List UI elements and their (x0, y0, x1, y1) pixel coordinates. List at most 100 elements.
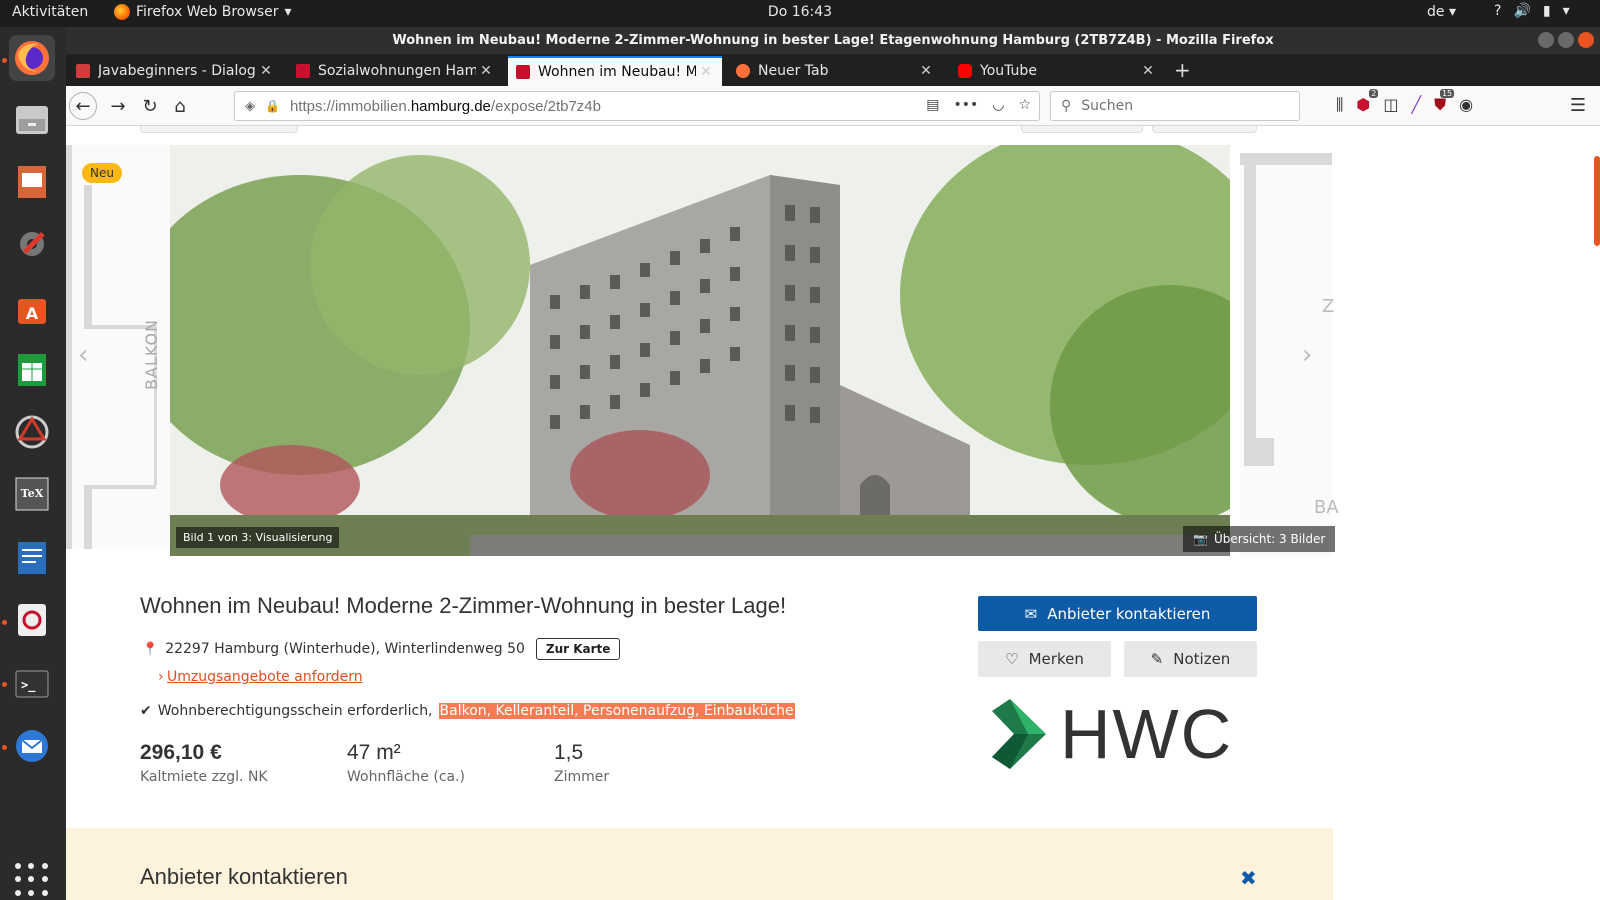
building-visualization-image (170, 145, 1230, 556)
dock-terminal[interactable]: >_ (9, 661, 55, 707)
provider-logo[interactable]: HWC (992, 694, 1233, 774)
hamburger-menu-icon[interactable]: ☰ (1570, 95, 1586, 116)
close-tab-icon[interactable]: ✕ (1138, 63, 1158, 79)
page-scrollbar[interactable] (1594, 156, 1600, 246)
window-title: Wohnen im Neubau! Moderne 2-Zimmer-Wohnu… (392, 33, 1274, 48)
adblock-badge: 2 (1369, 89, 1379, 98)
rooms-value: 1,5 (554, 741, 584, 764)
floorplan-wall (66, 145, 72, 549)
dock-firefox[interactable] (9, 35, 55, 81)
clock[interactable]: Do 16:43 (0, 4, 1600, 20)
show-map-button[interactable]: Zur Karte (535, 638, 621, 660)
floorplan-label: BA (1314, 497, 1339, 518)
bookmark-star-icon[interactable]: ☆ (1018, 97, 1031, 113)
camera-icon: 📷 (1193, 532, 1208, 546)
tab-label: Neuer Tab (758, 63, 829, 79)
maximize-button[interactable] (1558, 32, 1574, 48)
running-indicator (2, 58, 7, 63)
url-text[interactable]: https://immobilien.hamburg.de/expose/2tb… (290, 98, 601, 115)
dock-reader[interactable] (9, 597, 55, 643)
dock-calc[interactable] (9, 347, 55, 393)
lock-icon[interactable]: 🔒 (265, 99, 280, 113)
dock-settings[interactable] (9, 221, 55, 267)
tab-javabeginners[interactable]: Javabeginners - Dialoge ✕ (68, 56, 282, 86)
rent-label: Kaltmiete zzgl. NK (140, 769, 268, 785)
new-badge: Neu (82, 163, 122, 183)
account-icon[interactable]: ◉ (1459, 95, 1473, 115)
library-icon[interactable]: ⫼ (1336, 95, 1343, 115)
home-button[interactable]: ⌂ (166, 92, 194, 120)
reader-view-icon[interactable]: ▤ (926, 97, 939, 113)
system-tray[interactable]: ? 🔊 ▮ ▾ (1494, 3, 1570, 19)
forward-button[interactable]: → (104, 92, 132, 120)
close-tab-icon[interactable]: ✕ (696, 64, 716, 80)
contact-provider-button[interactable]: ✉ Anbieter kontaktieren (978, 596, 1257, 631)
provider-logo-text: HWC (1060, 695, 1234, 773)
close-tab-icon[interactable]: ✕ (476, 63, 496, 79)
minimize-button[interactable] (1538, 32, 1554, 48)
gallery-next-image[interactable]: Z BA (1240, 153, 1339, 556)
window-controls (1538, 32, 1594, 48)
reload-button[interactable]: ↻ (136, 92, 164, 120)
close-icon[interactable]: ✖ (1240, 866, 1257, 890)
hamburg-favicon-icon (296, 64, 310, 78)
moving-offers-link[interactable]: Umzugsangebote anfordern (167, 669, 363, 685)
rent-value: 296,10 € (140, 741, 222, 764)
tab-youtube[interactable]: YouTube ✕ (950, 56, 1164, 86)
search-placeholder: Suchen (1081, 98, 1134, 114)
dock-thunderbird[interactable] (9, 723, 55, 769)
window-titlebar: Wohnen im Neubau! Moderne 2-Zimmer-Wohnu… (66, 27, 1600, 54)
url-bar[interactable]: ◈ 🔒 https://immobilien.hamburg.de/expose… (234, 91, 1040, 121)
floorplan-wall (1244, 165, 1256, 465)
search-bar[interactable]: ⚲ Suchen (1050, 91, 1300, 121)
dock-impress[interactable] (9, 159, 55, 205)
back-button[interactable]: ← (69, 92, 97, 120)
close-tab-icon[interactable]: ✕ (916, 63, 936, 79)
gallery-next-arrow-icon[interactable]: › (1302, 340, 1312, 370)
dock-files[interactable] (9, 97, 55, 143)
pocket-icon[interactable]: ◡ (992, 97, 1004, 113)
contact-panel-title: Anbieter kontaktieren (140, 864, 348, 889)
youtube-icon (958, 64, 972, 78)
remember-button[interactable]: ♡ Merken (978, 641, 1111, 677)
envelope-icon: ✉ (1024, 604, 1038, 623)
close-tab-icon[interactable]: ✕ (256, 63, 276, 79)
rooms-kpi: 1,5 Zimmer (554, 741, 609, 785)
gallery-overview-button[interactable]: 📷 Übersicht: 3 Bilder (1183, 526, 1336, 552)
top-stub-mid (1021, 126, 1143, 133)
volume-icon: 🔊 (1513, 3, 1531, 19)
spreadsheet-icon (18, 354, 46, 386)
dock-network-app[interactable] (9, 409, 55, 455)
language-label: de (1427, 4, 1445, 20)
page-actions-icon[interactable]: ••• (953, 97, 978, 113)
new-tab-button[interactable]: + (1174, 58, 1191, 82)
ublock-icon[interactable]: ⛊ 15 (1434, 89, 1455, 115)
tab-strip: Javabeginners - Dialoge ✕ Sozialwohnunge… (66, 54, 1600, 86)
sidebar-icon[interactable]: ◫ (1383, 95, 1398, 115)
navigation-toolbar: ← → ↻ ⌂ ◈ 🔒 https://immobilien.hamburg.d… (66, 86, 1600, 126)
tab-label: Sozialwohnungen Hamburg (318, 63, 476, 79)
pen-icon[interactable]: ╱ (1411, 95, 1421, 115)
url-domain: hamburg.de (410, 97, 491, 115)
tab-sozialwohnungen[interactable]: Sozialwohnungen Hamburg ✕ (288, 56, 502, 86)
tab-neuer-tab[interactable]: Neuer Tab ✕ (728, 56, 942, 86)
gallery-caption: Bild 1 von 3: Visualisierung (176, 527, 340, 548)
adblock-plus-icon[interactable]: ⬢ 2 (1356, 89, 1379, 115)
area-value: 47 m² (347, 741, 401, 764)
tab-wohnen-im-neubau[interactable]: Wohnen im Neubau! Moderne ✕ (508, 56, 722, 86)
gallery-prev-arrow-icon[interactable]: ‹ (78, 340, 88, 370)
file-cabinet-icon (16, 106, 48, 134)
show-applications-button[interactable] (15, 863, 49, 897)
tracking-shield-icon[interactable]: ◈ (245, 99, 255, 114)
chevron-down-icon: ▾ (1562, 3, 1570, 19)
dock-texmaker[interactable]: TeX (9, 471, 55, 517)
network-web-icon (15, 415, 49, 449)
dock-writer[interactable] (9, 535, 55, 581)
language-indicator[interactable]: de ▾ (1427, 4, 1456, 20)
close-window-button[interactable] (1578, 32, 1594, 48)
arrow-left-icon: ← (75, 95, 91, 117)
address-row: 📍 22297 Hamburg (Winterhude), Winterlind… (142, 638, 621, 660)
notes-button[interactable]: ✎ Notizen (1124, 641, 1257, 677)
gallery-main-image[interactable]: Bild 1 von 3: Visualisierung (170, 145, 1230, 556)
dock-software[interactable]: A (9, 285, 55, 331)
